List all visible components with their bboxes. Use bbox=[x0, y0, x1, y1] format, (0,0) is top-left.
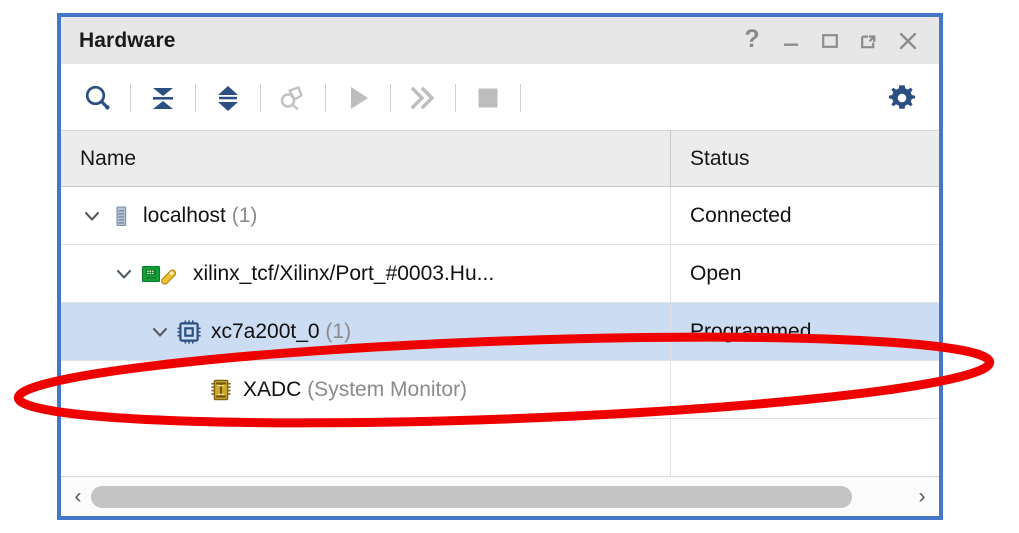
expand-chevron-icon[interactable] bbox=[77, 205, 107, 227]
toolbar-separator bbox=[455, 83, 456, 112]
hardware-panel: Hardware ? Name Status localhost (1) Con… bbox=[57, 13, 943, 520]
search-icon[interactable] bbox=[79, 79, 117, 117]
server-icon bbox=[107, 204, 135, 228]
table-empty-area bbox=[61, 419, 939, 476]
maximize-button[interactable] bbox=[819, 30, 841, 52]
row-name-cell: xc7a200t_0 (1) bbox=[61, 303, 671, 360]
toolbar-separator bbox=[130, 83, 131, 112]
board-target-icon bbox=[139, 262, 185, 286]
row-status-cell bbox=[671, 419, 939, 476]
run-icon[interactable] bbox=[339, 79, 377, 117]
table-row[interactable]: localhost (1) Connected bbox=[61, 187, 939, 245]
xadc-icon bbox=[207, 377, 235, 403]
auto-connect-icon[interactable] bbox=[274, 79, 312, 117]
row-name-cell: xilinx_tcf/Xilinx/Port_#0003.Hu... bbox=[61, 245, 671, 302]
row-name-suffix: (1) bbox=[225, 203, 258, 227]
minimize-button[interactable] bbox=[780, 30, 802, 52]
toolbar-separator bbox=[390, 83, 391, 112]
row-label: localhost (1) bbox=[143, 204, 257, 228]
horizontal-scrollbar[interactable]: ‹ › bbox=[61, 476, 939, 516]
table-row[interactable]: xc7a200t_0 (1) Programmed bbox=[61, 303, 939, 361]
hardware-panel-inner: Hardware ? Name Status localhost (1) Con… bbox=[61, 17, 939, 516]
float-window-button[interactable] bbox=[858, 30, 880, 52]
row-label: xilinx_tcf/Xilinx/Port_#0003.Hu... bbox=[193, 262, 494, 286]
toolbar-separator bbox=[260, 83, 261, 112]
row-status-cell: Connected bbox=[690, 203, 792, 227]
row-name-text: localhost bbox=[143, 203, 226, 227]
help-button[interactable]: ? bbox=[741, 26, 763, 53]
panel-title: Hardware bbox=[79, 28, 176, 52]
toolbar-separator bbox=[195, 83, 196, 112]
toolbar-separator bbox=[520, 83, 521, 112]
scroll-left-arrow-icon[interactable]: ‹ bbox=[65, 477, 91, 516]
row-name-cell: localhost (1) bbox=[61, 187, 671, 244]
screenshot-stage: Hardware ? Name Status localhost (1) Con… bbox=[0, 0, 1019, 533]
row-name-text: XADC bbox=[243, 377, 302, 401]
settings-gear-icon[interactable] bbox=[883, 79, 921, 117]
row-name-text: xilinx_tcf/Xilinx/Port_#0003.Hu... bbox=[193, 261, 495, 285]
row-status-cell: Open bbox=[690, 261, 742, 285]
row-name-text: xc7a200t_0 bbox=[211, 319, 320, 343]
expand-chevron-icon[interactable] bbox=[109, 263, 139, 285]
expand-chevron-icon[interactable] bbox=[145, 321, 175, 343]
column-header-status[interactable]: Status bbox=[671, 131, 939, 186]
row-label: xc7a200t_0 (1) bbox=[211, 320, 351, 344]
row-name-cell: XADC (System Monitor) bbox=[61, 361, 671, 418]
stop-icon[interactable] bbox=[469, 79, 507, 117]
scroll-right-arrow-icon[interactable]: › bbox=[909, 477, 935, 516]
scrollbar-thumb[interactable] bbox=[91, 485, 852, 508]
fpga-device-icon bbox=[175, 319, 203, 345]
hardware-tree-table: Name Status localhost (1) Connected xili… bbox=[61, 131, 939, 516]
close-button[interactable] bbox=[897, 30, 919, 52]
hardware-toolbar bbox=[61, 65, 939, 131]
row-name-cell bbox=[61, 419, 671, 476]
table-body: localhost (1) Connected xilinx_tcf/Xilin… bbox=[61, 187, 939, 476]
column-header-name[interactable]: Name bbox=[61, 131, 671, 186]
expand-all-icon[interactable] bbox=[209, 79, 247, 117]
row-label: XADC (System Monitor) bbox=[243, 378, 467, 402]
collapse-all-icon[interactable] bbox=[144, 79, 182, 117]
row-status-cell bbox=[671, 361, 939, 418]
scrollbar-track[interactable] bbox=[91, 485, 909, 508]
table-header-row: Name Status bbox=[61, 131, 939, 187]
table-row[interactable]: XADC (System Monitor) bbox=[61, 361, 939, 419]
toolbar-separator bbox=[325, 83, 326, 112]
run-immediate-icon[interactable] bbox=[404, 79, 442, 117]
row-name-suffix: (1) bbox=[319, 319, 352, 343]
titlebar-controls: ? bbox=[741, 26, 925, 53]
panel-titlebar: Hardware ? bbox=[61, 17, 939, 65]
row-name-suffix: (System Monitor) bbox=[301, 377, 468, 401]
row-status-cell: Programmed bbox=[690, 319, 812, 343]
table-row[interactable]: xilinx_tcf/Xilinx/Port_#0003.Hu... Open bbox=[61, 245, 939, 303]
